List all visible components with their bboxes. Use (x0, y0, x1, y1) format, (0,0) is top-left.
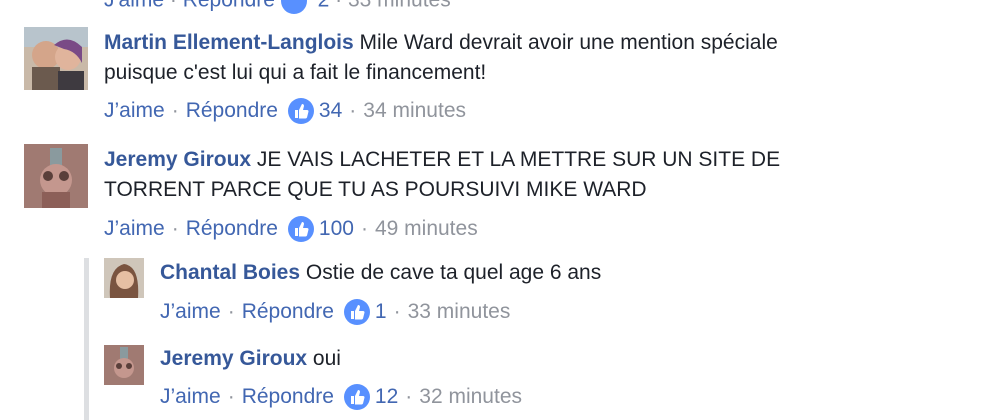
reply-body: Chantal Boies Ostie de cave ta quel age … (160, 258, 980, 288)
avatar[interactable] (24, 27, 88, 90)
separator: · (405, 385, 413, 408)
reply-text: oui (312, 347, 341, 370)
thumbs-up-icon (343, 384, 370, 410)
comment-time[interactable]: 49 minutes (375, 214, 478, 244)
avatar[interactable] (24, 144, 88, 208)
separator: · (227, 300, 235, 323)
avatar[interactable] (104, 345, 144, 385)
like-link[interactable]: J’aime (104, 214, 165, 244)
comment-text: TORRENT PARCE QUE TU AS POURSUIVI MIKE W… (104, 178, 647, 201)
reply-body: Jeremy Giroux oui (160, 344, 980, 374)
reply-link[interactable]: Répondre (186, 96, 278, 126)
like-count[interactable]: 2 (318, 0, 330, 12)
reply-actions: J’aime · Répondre 1 · 33 minutes (160, 297, 510, 327)
author-name[interactable]: Martin Ellement-Langlois (104, 31, 354, 54)
like-link[interactable]: J'aime (104, 0, 164, 12)
comment-body: Martin Ellement-Langlois Mile Ward devra… (104, 28, 984, 88)
thumbs-up-icon (287, 98, 314, 124)
comment-body: Jeremy Giroux JE VAIS LACHETER ET LA MET… (104, 145, 984, 205)
separator: · (360, 217, 368, 240)
separator: · (227, 385, 235, 408)
comment-time[interactable]: 34 minutes (363, 96, 466, 126)
like-count[interactable]: 34 (319, 96, 342, 126)
author-name[interactable]: Jeremy Giroux (160, 347, 307, 370)
separator: · (393, 300, 401, 323)
like-count[interactable]: 12 (375, 382, 398, 412)
previous-comment-actions: J'aime · Répondre 2 · 33 minutes (104, 0, 451, 14)
thumbs-up-icon (280, 0, 307, 14)
like-count[interactable]: 100 (319, 214, 354, 244)
like-link[interactable]: J’aime (160, 297, 221, 327)
like-link[interactable]: J’aime (104, 96, 165, 126)
comment-text: Mile Ward devrait avoir une mention spéc… (359, 31, 778, 54)
reply-link[interactable]: Répondre (242, 297, 334, 327)
reply-link[interactable]: Répondre (183, 0, 275, 12)
author-name[interactable]: Jeremy Giroux (104, 148, 251, 171)
like-link[interactable]: J’aime (160, 382, 221, 412)
avatar[interactable] (104, 258, 144, 298)
reply-time[interactable]: 33 minutes (408, 297, 511, 327)
comment-actions: J’aime · Répondre 100 · 49 minutes (104, 214, 478, 244)
separator: · (171, 217, 179, 240)
thumbs-up-icon (343, 299, 370, 325)
author-name[interactable]: Chantal Boies (160, 261, 300, 284)
reply-actions: J’aime · Répondre 12 · 32 minutes (160, 382, 522, 412)
thumbs-up-icon (287, 216, 314, 242)
separator: · (171, 99, 179, 122)
comment-actions: J’aime · Répondre 34 · 34 minutes (104, 96, 466, 126)
comment-text: JE VAIS LACHETER ET LA METTRE SUR UN SIT… (256, 148, 781, 171)
separator: · (349, 99, 357, 122)
comment-time[interactable]: 33 minutes (348, 0, 451, 12)
reply-link[interactable]: Répondre (186, 214, 278, 244)
reply-link[interactable]: Répondre (242, 382, 334, 412)
like-count[interactable]: 1 (375, 297, 387, 327)
reply-time[interactable]: 32 minutes (419, 382, 522, 412)
reply-text: Ostie de cave ta quel age 6 ans (305, 261, 602, 284)
comment-text: puisque c'est lui qui a fait le financem… (104, 61, 487, 84)
reply-thread-line (84, 258, 89, 420)
